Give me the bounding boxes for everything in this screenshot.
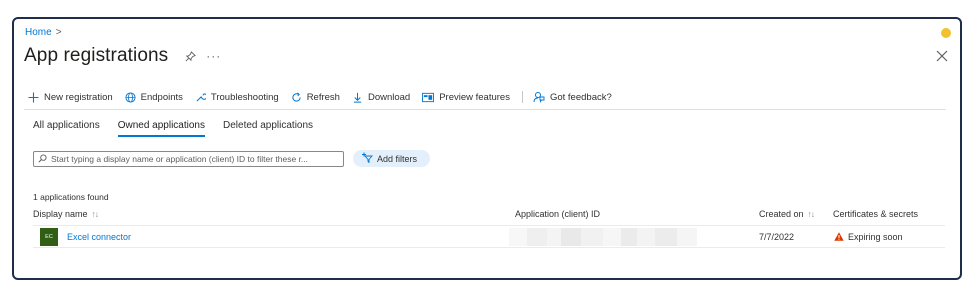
more-options-icon[interactable]: ··· xyxy=(206,49,221,63)
col-certificates-secrets-label: Certificates & secrets xyxy=(833,209,919,219)
pin-icon[interactable] xyxy=(184,50,196,62)
refresh-button[interactable]: Refresh xyxy=(291,92,340,103)
endpoints-label: Endpoints xyxy=(140,91,183,103)
col-display-name-label: Display name xyxy=(33,209,88,219)
troubleshooting-button[interactable]: Troubleshooting xyxy=(195,92,279,103)
breadcrumb: Home > xyxy=(25,27,62,38)
tab-owned-applications[interactable]: Owned applications xyxy=(117,120,205,137)
breadcrumb-separator: > xyxy=(55,27,62,38)
close-icon[interactable] xyxy=(936,49,948,62)
add-filters-button[interactable]: Add filters xyxy=(353,150,430,167)
col-certificates-secrets: Certificates & secrets xyxy=(833,209,918,219)
results-count: 1 applications found xyxy=(33,192,109,202)
new-registration-label: New registration xyxy=(44,91,113,103)
refresh-icon xyxy=(291,92,302,103)
row-divider xyxy=(33,247,945,248)
app-avatar: EC xyxy=(40,228,58,246)
feedback-label: Got feedback? xyxy=(549,91,612,103)
status-indicator xyxy=(941,28,951,38)
table-header: Display name ↑↓ Application (client) ID … xyxy=(33,209,945,223)
col-client-id-label: Application (client) ID xyxy=(515,209,601,219)
breadcrumb-home-link[interactable]: Home xyxy=(25,27,52,38)
filter-add-icon xyxy=(361,152,373,165)
toolbar-separator xyxy=(521,91,523,103)
refresh-label: Refresh xyxy=(306,91,340,103)
feedback-icon xyxy=(533,91,545,103)
toolbar-divider xyxy=(24,109,946,110)
cert-status-cell: Expiring soon xyxy=(834,227,903,247)
table-row: EC Excel connector 7/7/2022 Expiring soo… xyxy=(33,227,945,247)
download-icon xyxy=(352,92,363,103)
client-id-cell xyxy=(509,227,697,247)
row-divider xyxy=(33,225,945,226)
preview-features-button[interactable]: Preview features xyxy=(422,92,510,103)
page-title: App registrations xyxy=(24,45,169,66)
preview-features-label: Preview features xyxy=(439,91,510,103)
tab-deleted-applications[interactable]: Deleted applications xyxy=(223,120,313,137)
redacted-client-id xyxy=(509,228,697,246)
wrench-icon xyxy=(195,92,206,103)
preview-icon xyxy=(422,92,435,103)
cert-status-label: Expiring soon xyxy=(848,232,903,242)
download-button[interactable]: Download xyxy=(352,92,410,103)
col-client-id: Application (client) ID xyxy=(515,209,600,219)
plus-icon xyxy=(28,92,39,103)
command-bar: New registration Endpoints Troubleshooti… xyxy=(28,89,624,105)
sort-icon[interactable]: ↑↓ xyxy=(808,209,815,219)
search-icon xyxy=(38,153,47,165)
tab-all-applications[interactable]: All applications xyxy=(33,120,100,137)
col-created-on-label: Created on xyxy=(759,209,804,219)
app-name-cell: EC Excel connector xyxy=(33,227,131,247)
sort-icon[interactable]: ↑↓ xyxy=(92,209,99,219)
warning-icon xyxy=(834,231,844,243)
globe-icon xyxy=(125,91,136,103)
endpoints-button[interactable]: Endpoints xyxy=(125,92,183,103)
page-header: App registrations ··· xyxy=(24,45,221,67)
col-display-name[interactable]: Display name ↑↓ xyxy=(33,209,99,219)
add-filters-label: Add filters xyxy=(377,153,418,164)
download-label: Download xyxy=(367,91,411,103)
tab-strip: All applications Owned applications Dele… xyxy=(33,120,331,137)
new-registration-button[interactable]: New registration xyxy=(28,92,113,103)
app-name-link[interactable]: Excel connector xyxy=(67,232,131,242)
col-created-on[interactable]: Created on ↑↓ xyxy=(759,209,815,219)
created-on-cell: 7/7/2022 xyxy=(759,232,795,242)
search-placeholder: Start typing a display name or applicati… xyxy=(51,154,309,164)
search-input[interactable]: Start typing a display name or applicati… xyxy=(33,151,344,167)
troubleshooting-label: Troubleshooting xyxy=(210,91,279,103)
feedback-button[interactable]: Got feedback? xyxy=(533,91,612,103)
app-window: Home > App registrations ··· New registr… xyxy=(12,17,962,280)
